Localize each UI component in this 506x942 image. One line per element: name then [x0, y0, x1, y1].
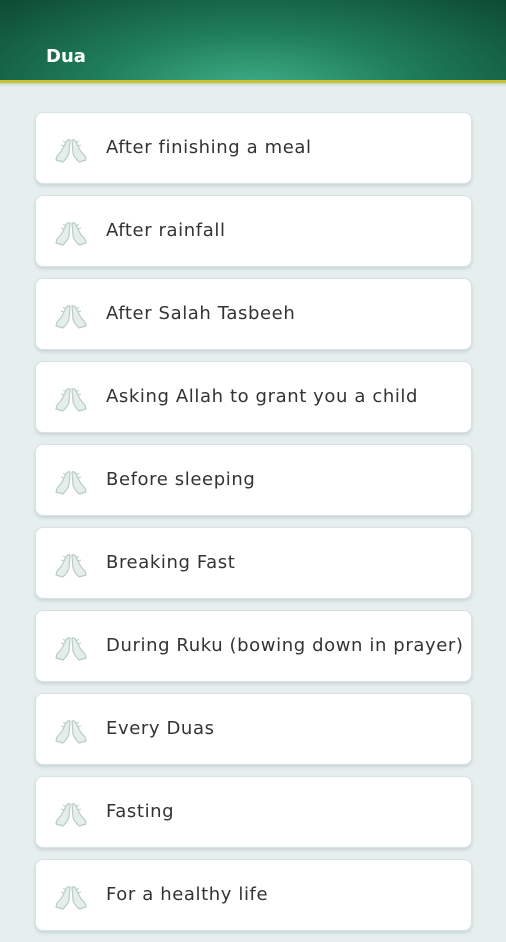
dua-list-item[interactable]: Every Duas — [35, 693, 472, 765]
praying-hands-icon — [53, 468, 89, 496]
dua-list-item-label: For a healthy life — [106, 884, 269, 905]
dua-list-item-label: After Salah Tasbeeh — [106, 303, 296, 324]
praying-hands-icon — [53, 551, 89, 579]
dua-list-item[interactable]: Breaking Fast — [35, 527, 472, 599]
dua-list-item-label: Before sleeping — [106, 469, 256, 490]
dua-list-item-label: During Ruku (bowing down in prayer) — [106, 635, 464, 656]
dua-list-item-label: After finishing a meal — [106, 137, 312, 158]
dua-list-item[interactable]: Fasting — [35, 776, 472, 848]
dua-list-item-label: Asking Allah to grant you a child — [106, 386, 419, 407]
praying-hands-icon — [53, 219, 89, 247]
dua-list-item[interactable]: Asking Allah to grant you a child — [35, 361, 472, 433]
dua-list-item[interactable]: After Salah Tasbeeh — [35, 278, 472, 350]
praying-hands-icon — [53, 302, 89, 330]
praying-hands-icon — [53, 385, 89, 413]
dua-list-item[interactable]: During Ruku (bowing down in prayer) — [35, 610, 472, 682]
dua-list-item[interactable]: For a healthy life — [35, 859, 472, 931]
page-title: Dua — [46, 46, 86, 67]
praying-hands-icon — [53, 136, 89, 164]
praying-hands-icon — [53, 634, 89, 662]
dua-list: After finishing a meal After rainfall Af… — [35, 112, 472, 942]
dua-list-item[interactable]: After rainfall — [35, 195, 472, 267]
dua-list-item[interactable]: Before sleeping — [35, 444, 472, 516]
dua-list-item[interactable]: After finishing a meal — [35, 112, 472, 184]
praying-hands-icon — [53, 883, 89, 911]
app-bar-shadow — [0, 83, 506, 87]
dua-list-item-label: Breaking Fast — [106, 552, 236, 573]
dua-list-item-label: Every Duas — [106, 718, 215, 739]
dua-list-item-label: After rainfall — [106, 220, 226, 241]
praying-hands-icon — [53, 717, 89, 745]
praying-hands-icon — [53, 800, 89, 828]
dua-list-item-label: Fasting — [106, 801, 175, 822]
app-bar: Dua — [0, 0, 506, 80]
